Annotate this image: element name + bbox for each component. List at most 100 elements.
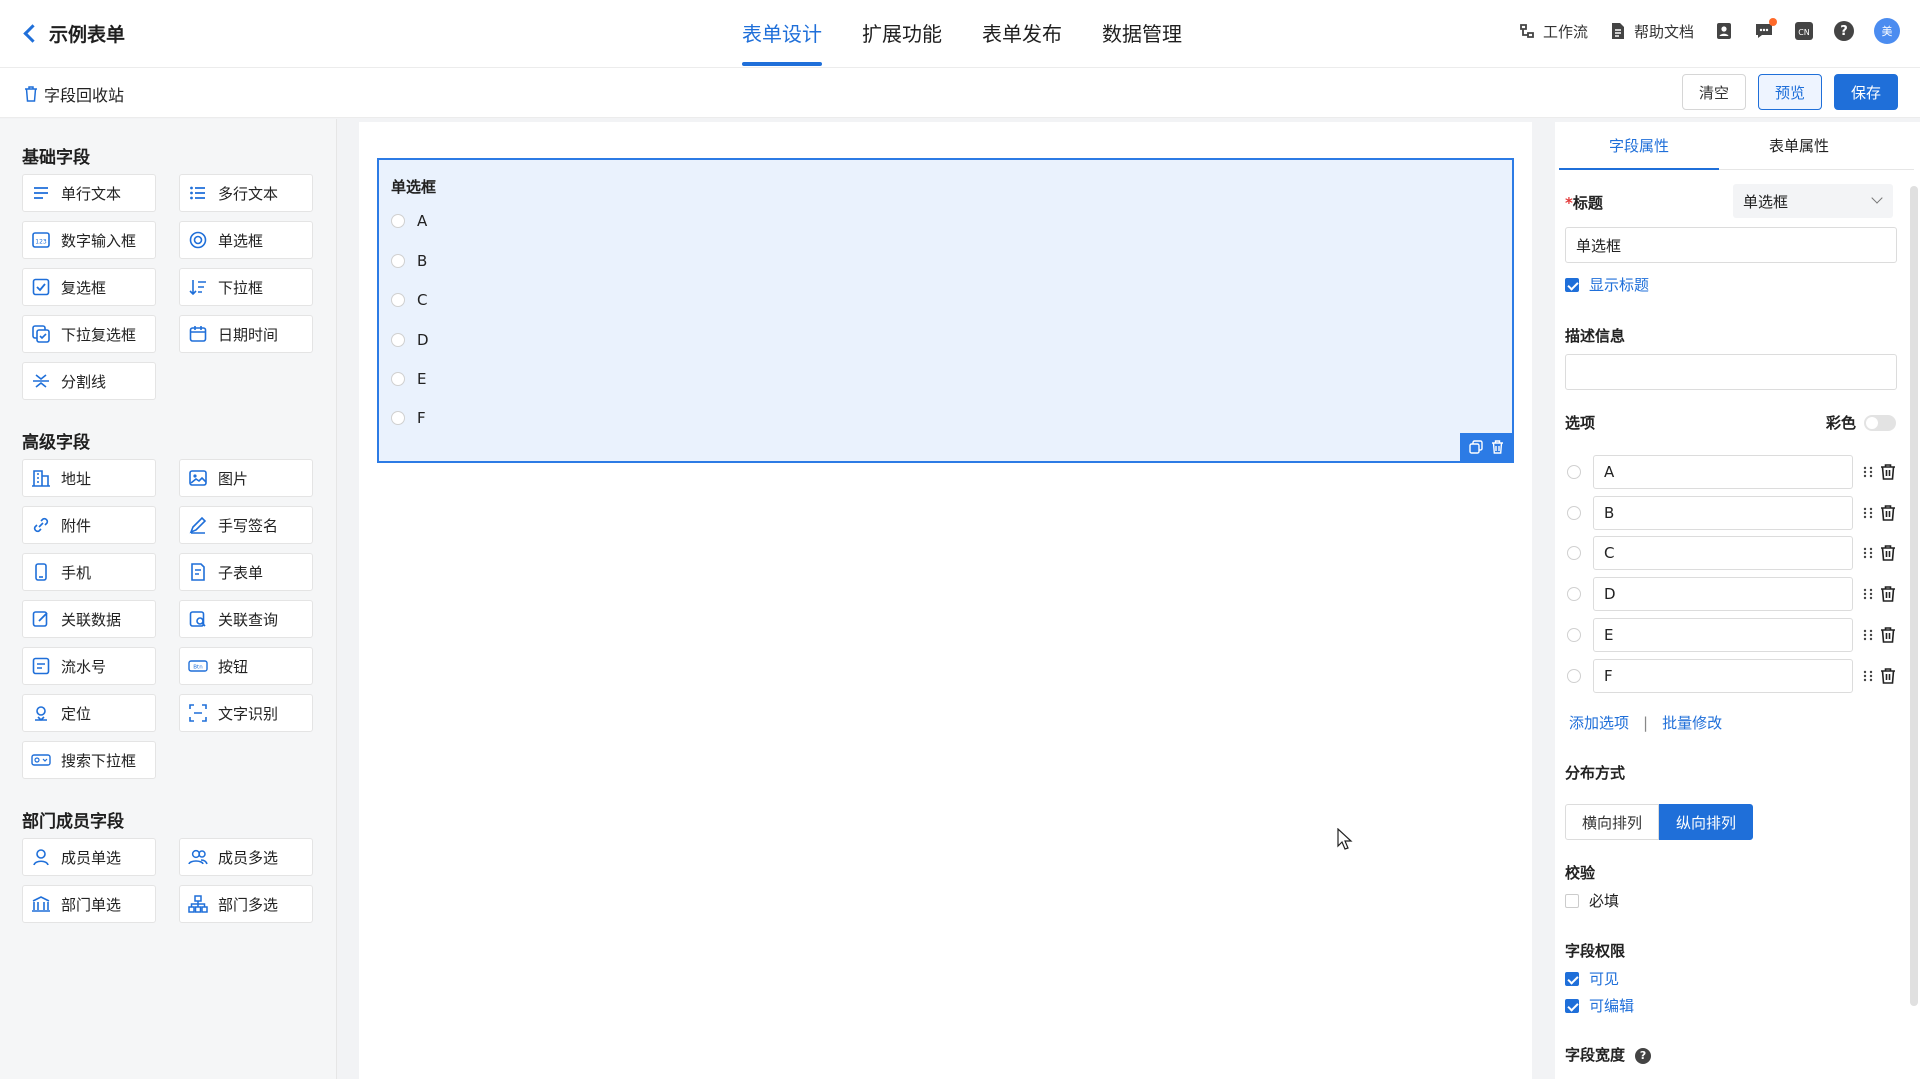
title-input[interactable]: 单选框 (1565, 227, 1897, 263)
back-button[interactable]: 示例表单 (23, 20, 125, 47)
drag-handle-icon[interactable] (1861, 546, 1875, 560)
save-button[interactable]: 保存 (1833, 74, 1898, 110)
workflow-button[interactable]: 工作流 (1517, 21, 1588, 42)
checkbox-label: 可见 (1589, 970, 1620, 988)
field-type-select[interactable]: 单选框 (1733, 184, 1893, 218)
trash-icon[interactable] (1879, 463, 1897, 481)
radio-option[interactable]: B (391, 252, 427, 270)
help-doc-button[interactable]: 帮助文档 (1608, 21, 1694, 42)
drag-handle-icon[interactable] (1861, 669, 1875, 683)
option-input[interactable]: F (1593, 659, 1853, 693)
description-input[interactable] (1565, 354, 1897, 390)
layout-horizontal-button[interactable]: 横向排列 (1565, 804, 1660, 840)
field-serial-number[interactable]: 流水号 (22, 647, 156, 685)
radio-circle[interactable] (1567, 546, 1581, 560)
trash-icon[interactable] (1879, 585, 1897, 603)
field-label: 按钮 (218, 657, 249, 676)
tab-form-design[interactable]: 表单设计 (742, 0, 822, 68)
batch-edit-link[interactable]: 批量修改 (1662, 712, 1722, 733)
contacts-icon[interactable] (1714, 21, 1734, 41)
panel-scrollbar[interactable] (1910, 186, 1918, 1006)
trash-icon[interactable] (1879, 504, 1897, 522)
field-image[interactable]: 图片 (179, 459, 313, 497)
field-button[interactable]: Btn 按钮 (179, 647, 313, 685)
field-attachment[interactable]: 附件 (22, 506, 156, 544)
tab-field-properties[interactable]: 字段属性 (1559, 122, 1719, 170)
question-icon[interactable]: ? (1635, 1047, 1652, 1064)
option-input[interactable]: A (1593, 455, 1853, 489)
preview-button[interactable]: 预览 (1757, 74, 1822, 110)
field-related-data[interactable]: 关联数据 (22, 600, 156, 638)
message-icon[interactable] (1754, 18, 1777, 41)
radio-circle[interactable] (1567, 669, 1581, 683)
field-recycle-bin[interactable]: 字段回收站 (24, 82, 124, 106)
tab-extensions[interactable]: 扩展功能 (862, 0, 942, 68)
radio-option[interactable]: D (391, 331, 429, 349)
field-ocr[interactable]: 文字识别 (179, 694, 313, 732)
field-radio[interactable]: 单选框 (179, 221, 313, 259)
radio-circle[interactable] (1567, 587, 1581, 601)
show-title-checkbox[interactable]: 显示标题 (1565, 274, 1649, 295)
field-datetime[interactable]: 日期时间 (179, 315, 313, 353)
help-doc-label: 帮助文档 (1633, 22, 1694, 41)
field-location[interactable]: 定位 (22, 694, 156, 732)
layout-vertical-button[interactable]: 纵向排列 (1659, 804, 1754, 840)
field-single-line-text[interactable]: 单行文本 (22, 174, 156, 212)
trash-icon[interactable] (1879, 544, 1897, 562)
option-input[interactable]: D (1593, 577, 1853, 611)
field-search-dropdown[interactable]: 搜索下拉框 (22, 741, 156, 779)
help-icon[interactable]: ? (1834, 21, 1854, 41)
radio-circle[interactable] (1567, 628, 1581, 642)
radio-circle[interactable] (1567, 506, 1581, 520)
option-input[interactable]: C (1593, 536, 1853, 570)
option-input[interactable]: E (1593, 618, 1853, 652)
option-input[interactable]: B (1593, 496, 1853, 530)
field-dropdown[interactable]: 下拉框 (179, 268, 313, 306)
field-number-input[interactable]: 123 数字输入框 (22, 221, 156, 259)
drag-handle-icon[interactable] (1861, 628, 1875, 642)
radio-option[interactable]: F (391, 409, 426, 427)
checkbox-checked (1565, 998, 1579, 1013)
field-subform[interactable]: 子表单 (179, 553, 313, 591)
field-checkbox[interactable]: 复选框 (22, 268, 156, 306)
delete-icon[interactable] (1491, 440, 1504, 454)
field-label: 地址 (61, 469, 92, 488)
field-dropdown-multi[interactable]: 下拉复选框 (22, 315, 156, 353)
visible-checkbox[interactable]: 可见 (1565, 968, 1619, 989)
editable-checkbox[interactable]: 可编辑 (1565, 995, 1634, 1016)
radio-circle[interactable] (1567, 465, 1581, 479)
field-multi-line-text[interactable]: 多行文本 (179, 174, 313, 212)
radio-option[interactable]: E (391, 370, 426, 388)
tab-publish[interactable]: 表单发布 (982, 0, 1062, 68)
copy-icon[interactable] (1468, 440, 1483, 454)
color-toggle[interactable] (1864, 414, 1896, 431)
radio-option[interactable]: C (391, 291, 427, 309)
field-mobile[interactable]: 手机 (22, 553, 156, 591)
field-member-single[interactable]: 成员单选 (22, 838, 156, 876)
drag-handle-icon[interactable] (1861, 506, 1875, 520)
field-label: 成员多选 (218, 848, 279, 867)
field-dept-multi[interactable]: 部门多选 (179, 885, 313, 923)
drag-handle-icon[interactable] (1861, 465, 1875, 479)
edit-doc-icon (32, 611, 48, 627)
recycle-icon (25, 86, 37, 102)
field-member-multi[interactable]: 成员多选 (179, 838, 313, 876)
user-avatar[interactable]: 美 (1874, 18, 1900, 44)
radio-field-widget[interactable]: 单选框 A B C D E F (377, 158, 1514, 463)
drag-handle-icon[interactable] (1861, 587, 1875, 601)
language-icon[interactable]: CN (1794, 21, 1814, 41)
field-dept-single[interactable]: 部门单选 (22, 885, 156, 923)
required-checkbox[interactable]: 必填 (1565, 890, 1619, 911)
field-divider[interactable]: 分割线 (22, 362, 156, 400)
field-address[interactable]: 地址 (22, 459, 156, 497)
tab-data-management[interactable]: 数据管理 (1102, 0, 1182, 68)
field-signature[interactable]: 手写签名 (179, 506, 313, 544)
trash-icon[interactable] (1879, 626, 1897, 644)
radio-option[interactable]: A (391, 212, 427, 230)
form-canvas[interactable]: 单选框 A B C D E F (359, 122, 1532, 1079)
clear-button[interactable]: 清空 (1681, 74, 1746, 110)
field-related-query[interactable]: 关联查询 (179, 600, 313, 638)
trash-icon[interactable] (1879, 667, 1897, 685)
add-option-link[interactable]: 添加选项 (1569, 712, 1629, 733)
tab-form-properties[interactable]: 表单属性 (1719, 122, 1879, 169)
